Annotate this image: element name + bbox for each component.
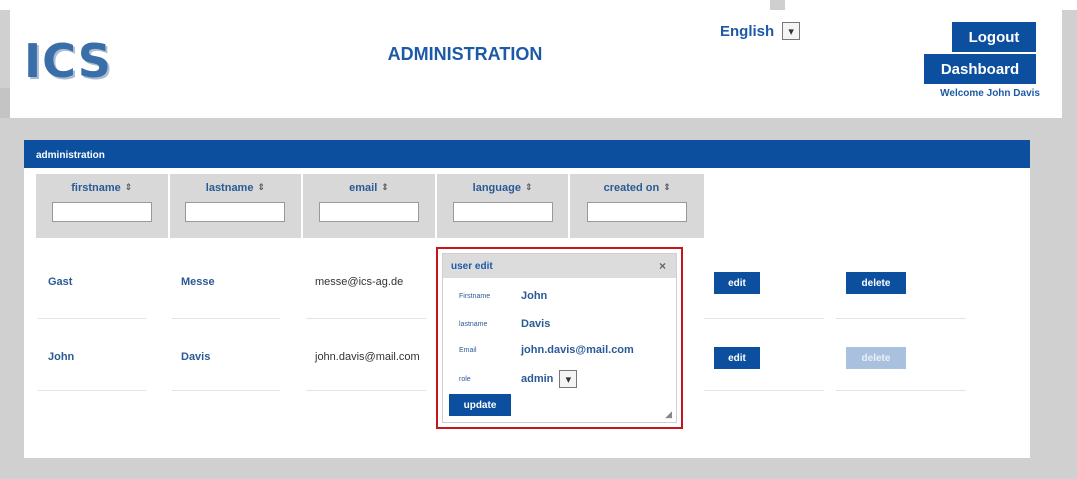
filter-firstname-input[interactable] [51, 202, 152, 222]
email-value[interactable]: john.davis@mail.com [521, 344, 634, 356]
divider [704, 318, 824, 319]
divider [38, 390, 146, 391]
column-email: email ⇕ [303, 174, 437, 238]
edit-button[interactable]: edit [714, 347, 760, 369]
column-header[interactable]: created on ⇕ [604, 182, 671, 194]
filter-header-row: firstname ⇕ lastname ⇕ email ⇕ language … [36, 174, 704, 238]
role-value: admin [521, 373, 554, 385]
cell-email: messe@ics-ag.de [315, 276, 404, 288]
divider [306, 390, 426, 391]
lastname-label: lastname [459, 320, 488, 328]
dialog-title-bar[interactable]: user edit × [443, 254, 676, 278]
divider [836, 318, 966, 319]
role-label: role [459, 375, 471, 383]
top-strip [0, 0, 1077, 10]
divider [704, 390, 824, 391]
column-header[interactable]: lastname ⇕ [206, 182, 265, 194]
divider [38, 318, 146, 319]
page-header: ICS ADMINISTRATION English ▾ Logout Dash… [10, 10, 1062, 118]
divider [172, 318, 280, 319]
ics-logo: ICS [24, 34, 112, 88]
cell-email: john.davis@mail.com [315, 351, 420, 363]
language-label: English [720, 22, 775, 40]
column-firstname: firstname ⇕ [36, 174, 170, 238]
divider [306, 318, 426, 319]
sort-icon[interactable]: ⇕ [381, 182, 389, 194]
dialog-title: user edit [451, 261, 493, 272]
column-header[interactable]: email ⇕ [349, 182, 389, 194]
welcome-text: Welcome John Davis [940, 88, 1040, 99]
cell-firstname: John [48, 351, 75, 363]
filter-language-input[interactable] [452, 202, 553, 222]
filter-lastname-input[interactable] [185, 202, 286, 222]
chevron-down-icon[interactable]: ▾ [559, 370, 578, 388]
sort-icon[interactable]: ⇕ [125, 182, 133, 194]
column-header[interactable]: language ⇕ [473, 182, 533, 194]
column-lastname: lastname ⇕ [170, 174, 304, 238]
page-title: ADMINISTRATION [387, 44, 543, 64]
cell-lastname: Messe [181, 276, 215, 288]
field-lastname: lastname Davis [459, 318, 550, 330]
language-selector[interactable]: English ▾ [720, 22, 801, 40]
right-stub [770, 0, 785, 10]
user-edit-dialog: user edit × Firstname John lastname Davi… [442, 253, 677, 423]
lastname-value[interactable]: Davis [521, 318, 550, 330]
divider [836, 390, 966, 391]
sort-icon[interactable]: ⇕ [525, 182, 533, 194]
close-icon[interactable]: × [659, 259, 666, 273]
filter-email-input[interactable] [318, 202, 419, 222]
delete-button[interactable]: delete [846, 272, 906, 294]
chevron-down-icon[interactable]: ▾ [782, 22, 801, 40]
field-firstname: Firstname John [459, 290, 547, 302]
cell-lastname: Davis [181, 351, 211, 363]
cell-firstname: Gast [48, 276, 73, 288]
column-header[interactable]: firstname ⇕ [71, 182, 132, 194]
sort-icon[interactable]: ⇕ [257, 182, 265, 194]
delete-button-disabled: delete [846, 347, 906, 369]
field-role: role admin ▾ [459, 370, 578, 388]
divider [172, 390, 280, 391]
dashboard-button[interactable]: Dashboard [924, 54, 1036, 84]
email-label: Email [459, 346, 477, 354]
filter-created-on-input[interactable] [587, 202, 688, 222]
resize-grip-icon[interactable]: ◢ [665, 409, 672, 420]
sort-icon[interactable]: ⇕ [663, 182, 671, 194]
role-select[interactable]: admin ▾ [521, 370, 578, 388]
firstname-value[interactable]: John [521, 290, 547, 302]
firstname-label: Firstname [459, 292, 491, 300]
update-button[interactable]: update [449, 394, 511, 416]
field-email: Email john.davis@mail.com [459, 344, 634, 356]
column-created-on: created on ⇕ [570, 174, 704, 238]
panel-header: administration [24, 140, 1030, 168]
column-language: language ⇕ [437, 174, 571, 238]
edit-button[interactable]: edit [714, 272, 760, 294]
logout-button[interactable]: Logout [952, 22, 1036, 52]
user-edit-dialog-highlight: user edit × Firstname John lastname Davi… [436, 247, 683, 429]
